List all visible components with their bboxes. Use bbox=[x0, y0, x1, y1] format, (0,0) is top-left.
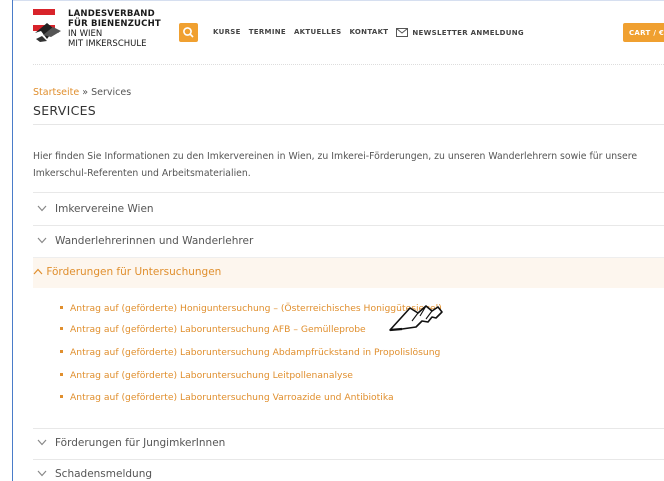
accordion-item-jungimker[interactable]: Förderungen für JungimkerInnen bbox=[33, 437, 664, 449]
accordion-divider bbox=[33, 428, 664, 429]
site-header: LANDESVERBAND FÜR BIENENZUCHT IN WIEN MI… bbox=[13, 0, 664, 64]
form-link[interactable]: Antrag auf (geförderte) Laboruntersuchun… bbox=[70, 324, 366, 335]
list-item[interactable]: Antrag auf (geförderte) Honiguntersuchun… bbox=[60, 303, 442, 314]
breadcrumb-separator: » bbox=[79, 87, 92, 98]
form-link[interactable]: Antrag auf (geförderte) Laboruntersuchun… bbox=[70, 370, 353, 381]
list-item[interactable]: Antrag auf (geförderte) Laboruntersuchun… bbox=[60, 324, 366, 335]
breadcrumb-current: Services bbox=[91, 87, 132, 98]
nav-item-kurse[interactable]: KURSE bbox=[213, 28, 241, 37]
search-button[interactable] bbox=[179, 23, 198, 42]
form-link[interactable]: Antrag auf (geförderte) Laboruntersuchun… bbox=[70, 392, 394, 403]
logo-line-3: IN WIEN bbox=[68, 29, 103, 39]
chevron-down-icon bbox=[37, 437, 49, 449]
accordion-item-foerderungen[interactable]: Förderungen für Untersuchungen bbox=[33, 266, 221, 278]
accordion-label: Imkervereine Wien bbox=[55, 203, 154, 215]
intro-text: Hier finden Sie Informationen zu den Imk… bbox=[33, 151, 638, 179]
logo-line-2: FÜR BIENENZUCHT bbox=[68, 19, 161, 29]
bullet bbox=[60, 395, 63, 398]
logo-text[interactable]: LANDESVERBAND FÜR BIENENZUCHT IN WIEN MI… bbox=[68, 9, 161, 49]
page-title: SERVICES bbox=[33, 103, 97, 118]
nav-item-termine[interactable]: TERMINE bbox=[249, 28, 286, 37]
list-item[interactable]: Antrag auf (geförderte) Laboruntersuchun… bbox=[60, 347, 440, 358]
accordion-label: Förderungen für JungimkerInnen bbox=[55, 437, 226, 449]
accordion-item-wanderlehrer[interactable]: Wanderlehrerinnen und Wanderlehrer bbox=[33, 235, 664, 247]
nav-item-newsletter[interactable]: NEWSLETTER ANMELDUNG bbox=[396, 28, 532, 37]
hand-cursor-icon bbox=[389, 305, 443, 332]
breadcrumb: Startseite » Services bbox=[33, 87, 131, 98]
chevron-up-icon bbox=[33, 266, 46, 278]
cart-button[interactable]: CART / € bbox=[623, 23, 664, 42]
header-divider bbox=[33, 64, 664, 65]
nav-item-newsletter-label: NEWSLETTER ANMELDUNG bbox=[412, 28, 524, 37]
form-link[interactable]: Antrag auf (geförderte) Laboruntersuchun… bbox=[70, 347, 440, 358]
logo-icon[interactable] bbox=[33, 9, 63, 43]
bullet bbox=[60, 306, 63, 309]
title-divider bbox=[33, 124, 664, 125]
accordion-label: Förderungen für Untersuchungen bbox=[46, 266, 222, 278]
search-icon bbox=[183, 27, 194, 38]
nav-item-kontakt[interactable]: KONTAKT bbox=[350, 28, 389, 37]
list-item[interactable]: Antrag auf (geförderte) Laboruntersuchun… bbox=[60, 370, 353, 381]
logo-line-1: LANDESVERBAND bbox=[68, 9, 155, 19]
bullet bbox=[60, 327, 63, 330]
accordion-divider bbox=[33, 192, 664, 193]
bullet bbox=[60, 373, 63, 376]
form-link[interactable]: Antrag auf (geförderte) Honiguntersuchun… bbox=[70, 303, 442, 314]
chevron-down-icon bbox=[37, 468, 49, 480]
list-item[interactable]: Antrag auf (geförderte) Laboruntersuchun… bbox=[60, 392, 394, 403]
nav-item-aktuelles[interactable]: AKTUELLES bbox=[294, 28, 342, 37]
accordion-divider bbox=[33, 459, 664, 460]
accordion-divider bbox=[33, 225, 664, 226]
logo-line-4: MIT IMKERSCHULE bbox=[68, 39, 147, 49]
accordion-item-schadensmeldung[interactable]: Schadensmeldung bbox=[33, 468, 664, 480]
chevron-down-icon bbox=[37, 235, 49, 247]
chevron-down-icon bbox=[37, 203, 49, 215]
accordion-item-imkervereine[interactable]: Imkervereine Wien bbox=[33, 203, 664, 215]
bullet bbox=[60, 350, 63, 353]
accordion-label: Schadensmeldung bbox=[55, 468, 153, 480]
mail-icon bbox=[396, 28, 409, 37]
accordion-label: Wanderlehrerinnen und Wanderlehrer bbox=[55, 235, 254, 247]
breadcrumb-home-link[interactable]: Startseite bbox=[33, 87, 79, 98]
main-nav: KURSE TERMINE AKTUELLES KONTAKT NEWSLETT… bbox=[213, 28, 540, 37]
